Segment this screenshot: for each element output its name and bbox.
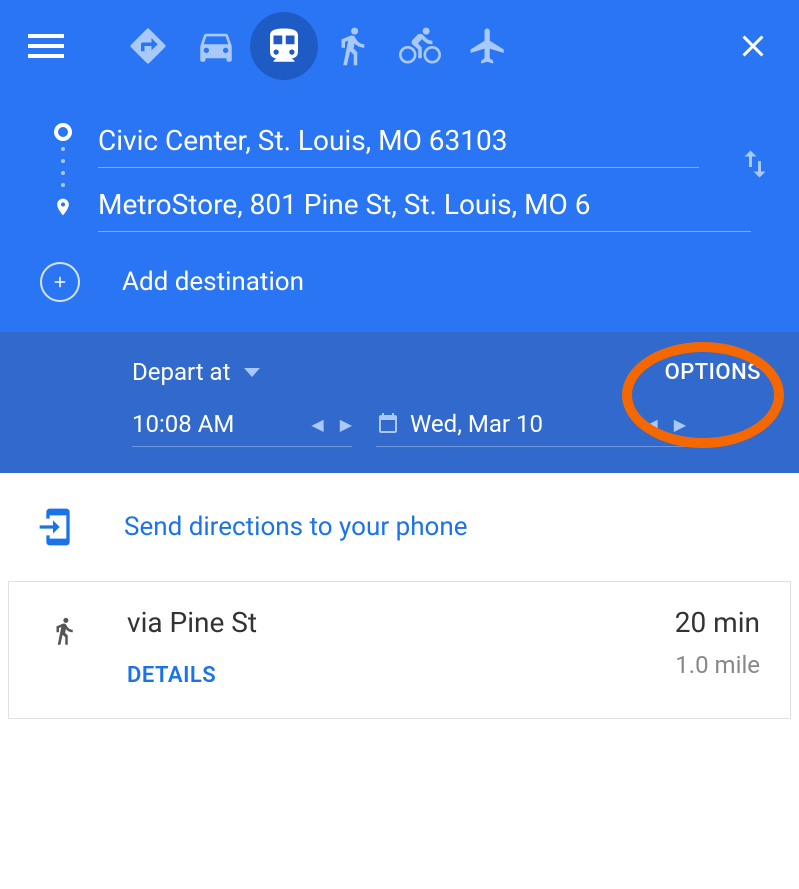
- plane-icon: [467, 25, 509, 67]
- chevron-down-icon: [244, 368, 260, 377]
- time-value: 10:08 AM: [132, 410, 311, 438]
- plus-icon: [51, 273, 69, 291]
- mode-best[interactable]: [114, 12, 182, 80]
- swap-button[interactable]: [737, 146, 781, 186]
- route-details-button[interactable]: DETAILS: [127, 663, 675, 688]
- walk-icon: [331, 25, 373, 67]
- date-prev-button[interactable]: ◀: [645, 415, 657, 434]
- waypoint-indicator-column: [28, 112, 98, 232]
- time-field[interactable]: 10:08 AM ◀ ▶: [132, 410, 352, 447]
- mode-bar: [0, 0, 799, 92]
- send-to-phone-icon: [38, 507, 78, 547]
- route-via-label: via Pine St: [127, 606, 675, 639]
- route-inputs: Add destination: [0, 92, 799, 332]
- mode-cycling[interactable]: [386, 12, 454, 80]
- directions-icon: [127, 25, 169, 67]
- destination-pin-icon: [53, 193, 73, 221]
- close-button[interactable]: [735, 28, 771, 64]
- route-distance: 1.0 mile: [675, 651, 760, 679]
- origin-circle-icon: [54, 123, 72, 141]
- mode-transit[interactable]: [250, 12, 318, 80]
- origin-input[interactable]: [98, 112, 699, 168]
- depart-label: Depart at: [132, 358, 230, 386]
- mode-driving[interactable]: [182, 12, 250, 80]
- schedule-panel: Depart at OPTIONS 10:08 AM ◀ ▶ Wed, Mar …: [0, 332, 799, 473]
- mode-flights[interactable]: [454, 12, 522, 80]
- calendar-icon: [376, 412, 400, 436]
- walk-icon: [49, 610, 79, 652]
- route-duration: 20 min: [675, 606, 760, 639]
- mode-walking[interactable]: [318, 12, 386, 80]
- send-to-phone-label: Send directions to your phone: [124, 512, 467, 542]
- close-icon: [735, 28, 771, 64]
- travel-mode-selector: [114, 12, 522, 80]
- destination-input[interactable]: [98, 176, 751, 232]
- add-destination-label: Add destination: [122, 267, 304, 297]
- date-next-button[interactable]: ▶: [674, 415, 686, 434]
- car-icon: [195, 25, 237, 67]
- add-destination-button[interactable]: [40, 262, 80, 302]
- time-prev-button[interactable]: ◀: [311, 415, 323, 434]
- menu-button[interactable]: [28, 28, 64, 64]
- bike-icon: [399, 25, 441, 67]
- results-panel: Send directions to your phone via Pine S…: [0, 473, 799, 719]
- date-field[interactable]: Wed, Mar 10 ◀ ▶: [376, 410, 686, 447]
- directions-panel: Add destination Depart at OPTIONS 10:08 …: [0, 0, 799, 473]
- route-result-card[interactable]: via Pine St DETAILS 20 min 1.0 mile: [8, 581, 791, 719]
- depart-at-dropdown[interactable]: Depart at: [132, 358, 260, 386]
- train-icon: [263, 25, 305, 67]
- time-next-button[interactable]: ▶: [340, 415, 352, 434]
- date-value: Wed, Mar 10: [410, 410, 635, 438]
- send-to-phone-row[interactable]: Send directions to your phone: [0, 473, 799, 581]
- swap-icon: [737, 146, 773, 182]
- options-button[interactable]: OPTIONS: [665, 360, 761, 385]
- add-destination-row[interactable]: Add destination: [28, 262, 771, 302]
